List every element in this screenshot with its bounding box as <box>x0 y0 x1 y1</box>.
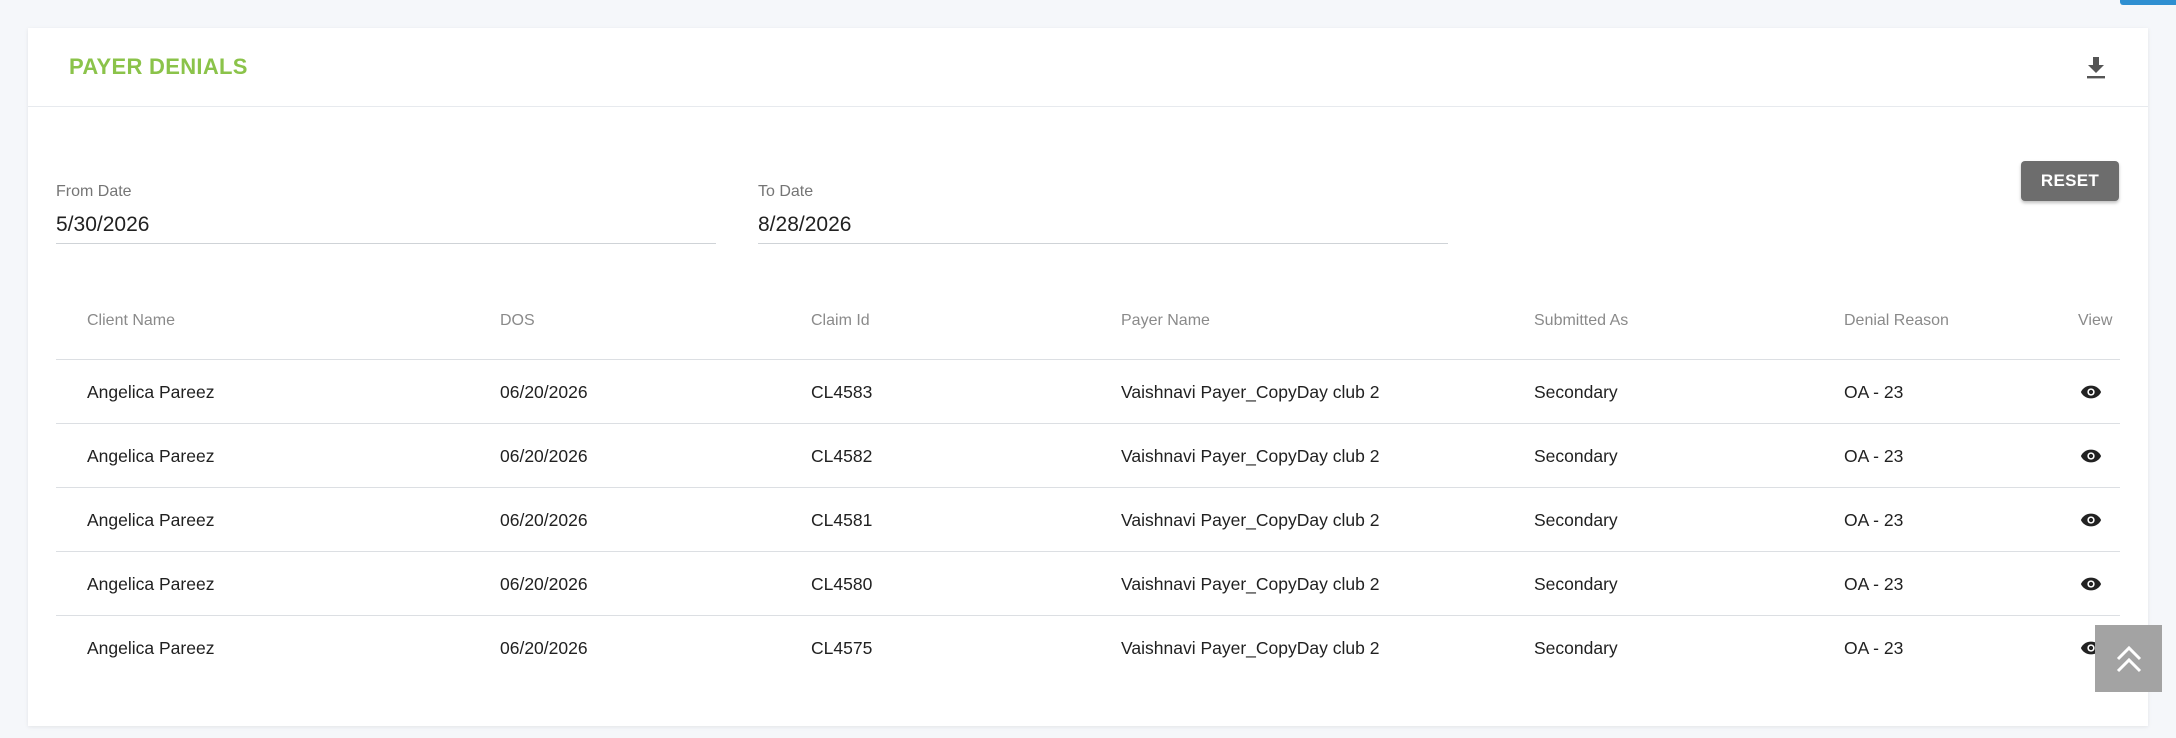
cell-submitted-as: Secondary <box>1534 574 1618 594</box>
cell-client-name: Angelica Pareez <box>87 446 215 466</box>
scroll-to-top-button[interactable] <box>2095 625 2162 692</box>
eye-icon[interactable] <box>2080 574 2102 594</box>
cell-claim-id: CL4575 <box>811 638 873 658</box>
cell-payer-name: Vaishnavi Payer_CopyDay club 2 <box>1121 574 1380 594</box>
top-accent-bar <box>2120 0 2176 5</box>
cell-client-name: Angelica Pareez <box>87 382 215 402</box>
cell-claim-id: CL4581 <box>811 510 873 530</box>
column-header-client-name[interactable]: Client Name <box>87 312 175 330</box>
eye-icon[interactable] <box>2080 382 2102 402</box>
table-row[interactable]: Angelica Pareez 06/20/2026 CL4583 Vaishn… <box>56 360 2120 424</box>
column-header-claim-id[interactable]: Claim Id <box>811 312 870 330</box>
payer-denials-card: PAYER DENIALS From Date To Date RESET Cl… <box>28 28 2148 726</box>
from-date-input[interactable] <box>56 213 716 244</box>
cell-denial-reason: OA - 23 <box>1844 574 1904 594</box>
cell-denial-reason: OA - 23 <box>1844 446 1904 466</box>
cell-submitted-as: Secondary <box>1534 638 1618 658</box>
table-row[interactable]: Angelica Pareez 06/20/2026 CL4575 Vaishn… <box>56 616 2120 680</box>
table-row[interactable]: Angelica Pareez 06/20/2026 CL4581 Vaishn… <box>56 488 2120 552</box>
cell-submitted-as: Secondary <box>1534 382 1618 402</box>
cell-dos: 06/20/2026 <box>500 382 588 402</box>
cell-claim-id: CL4582 <box>811 446 873 466</box>
table-header: Client Name DOS Claim Id Payer Name Subm… <box>56 290 2120 360</box>
card-header: PAYER DENIALS <box>28 28 2148 107</box>
cell-payer-name: Vaishnavi Payer_CopyDay club 2 <box>1121 638 1380 658</box>
to-date-label: To Date <box>758 183 814 200</box>
card-title: PAYER DENIALS <box>69 54 248 79</box>
cell-dos: 06/20/2026 <box>500 574 588 594</box>
column-header-submitted-as[interactable]: Submitted As <box>1534 312 1628 330</box>
column-header-payer-name[interactable]: Payer Name <box>1121 312 1210 330</box>
cell-client-name: Angelica Pareez <box>87 638 215 658</box>
column-header-view: View <box>2078 312 2113 329</box>
cell-client-name: Angelica Pareez <box>87 574 215 594</box>
eye-icon[interactable] <box>2080 510 2102 530</box>
reset-button[interactable]: RESET <box>2021 161 2119 201</box>
cell-denial-reason: OA - 23 <box>1844 382 1904 402</box>
cell-payer-name: Vaishnavi Payer_CopyDay club 2 <box>1121 382 1380 402</box>
cell-payer-name: Vaishnavi Payer_CopyDay club 2 <box>1121 510 1380 530</box>
column-header-denial-reason[interactable]: Denial Reason <box>1844 312 1949 330</box>
cell-dos: 06/20/2026 <box>500 638 588 658</box>
cell-submitted-as: Secondary <box>1534 510 1618 530</box>
cell-client-name: Angelica Pareez <box>87 510 215 530</box>
column-header-dos[interactable]: DOS <box>500 312 535 330</box>
from-date-label: From Date <box>56 183 132 200</box>
denials-table: Client Name DOS Claim Id Payer Name Subm… <box>56 290 2120 680</box>
eye-icon[interactable] <box>2080 446 2102 466</box>
download-button[interactable] <box>2076 47 2116 87</box>
cell-denial-reason: OA - 23 <box>1844 510 1904 530</box>
cell-payer-name: Vaishnavi Payer_CopyDay club 2 <box>1121 446 1380 466</box>
cell-dos: 06/20/2026 <box>500 446 588 466</box>
double-chevron-up-icon <box>2116 645 2141 672</box>
cell-claim-id: CL4583 <box>811 382 873 402</box>
to-date-input[interactable] <box>758 213 1448 244</box>
cell-dos: 06/20/2026 <box>500 510 588 530</box>
download-icon <box>2087 57 2105 79</box>
cell-submitted-as: Secondary <box>1534 446 1618 466</box>
table-row[interactable]: Angelica Pareez 06/20/2026 CL4582 Vaishn… <box>56 424 2120 488</box>
cell-denial-reason: OA - 23 <box>1844 638 1904 658</box>
table-row[interactable]: Angelica Pareez 06/20/2026 CL4580 Vaishn… <box>56 552 2120 616</box>
cell-claim-id: CL4580 <box>811 574 873 594</box>
